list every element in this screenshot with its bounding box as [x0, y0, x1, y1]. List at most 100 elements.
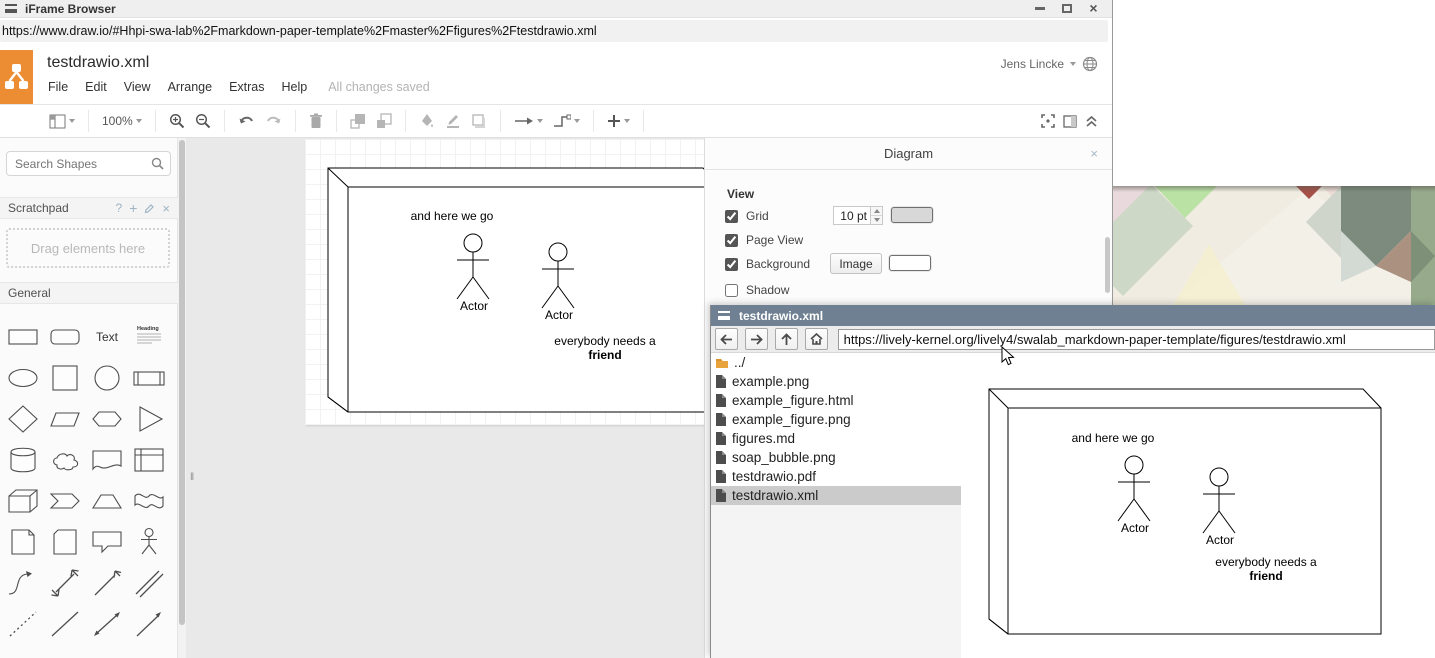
file-row[interactable]: figures.md [711, 429, 961, 448]
shape-line[interactable] [44, 603, 86, 644]
window-menu-icon[interactable] [5, 4, 17, 13]
back-button[interactable] [715, 328, 738, 350]
shape-directional-connector[interactable] [128, 603, 170, 644]
shape-dashed-line[interactable] [2, 603, 44, 644]
grid-color-swatch[interactable] [891, 207, 933, 223]
shape-card[interactable] [44, 521, 86, 562]
shape-document[interactable] [86, 439, 128, 480]
tab-diagram[interactable]: Diagram [884, 146, 933, 161]
scratchpad-close-button[interactable]: × [162, 201, 170, 216]
file-row[interactable]: example_figure.html [711, 391, 961, 410]
scratchpad-help-button[interactable]: ? [116, 201, 123, 215]
file-row[interactable]: soap_bubble.png [711, 448, 961, 467]
spinner-down-button[interactable] [871, 215, 882, 224]
minimize-button[interactable] [1033, 3, 1046, 14]
menu-help[interactable]: Help [282, 80, 308, 94]
sidebar-scrollbar[interactable] [178, 138, 186, 658]
page-view-checkbox[interactable] [725, 234, 738, 247]
scratchpad-drop-zone[interactable]: Drag elements here [6, 228, 170, 268]
to-back-button[interactable] [376, 113, 392, 129]
collapse-toolbar-button[interactable] [1085, 115, 1098, 128]
language-globe-icon[interactable] [1082, 56, 1098, 72]
iframe-browser-titlebar[interactable]: iFrame Browser × [0, 0, 1112, 18]
maximize-button[interactable] [1060, 3, 1073, 14]
delete-button[interactable] [309, 113, 323, 129]
shape-ellipse[interactable] [2, 357, 44, 398]
shape-link[interactable] [128, 562, 170, 603]
shape-hexagon[interactable] [86, 398, 128, 439]
up-button[interactable] [775, 328, 798, 350]
sidebar-scrollbar-thumb[interactable] [179, 140, 185, 625]
scratchpad-add-button[interactable]: + [129, 200, 137, 216]
format-panel-tabs[interactable]: Diagram × [705, 138, 1112, 170]
shape-cloud[interactable] [44, 439, 86, 480]
scratchpad-header[interactable]: Scratchpad ? + × [0, 197, 178, 219]
background-image-button[interactable]: Image [830, 253, 882, 274]
line-color-button[interactable] [445, 113, 461, 129]
shape-parallelogram[interactable] [44, 398, 86, 439]
file-browser-titlebar[interactable]: testdrawio.xml [711, 305, 1435, 326]
shape-bidirectional-connector[interactable] [86, 603, 128, 644]
spinner-up-button[interactable] [871, 207, 882, 215]
file-row[interactable]: example_figure.png [711, 410, 961, 429]
general-section-header[interactable]: General [0, 282, 178, 304]
search-shapes-input[interactable] [6, 151, 171, 176]
shape-square[interactable] [44, 357, 86, 398]
shape-tape[interactable] [128, 480, 170, 521]
shape-internal-storage[interactable] [128, 439, 170, 480]
shape-curve[interactable] [2, 562, 44, 603]
panel-scrollbar-thumb[interactable] [1105, 237, 1110, 293]
zoom-out-button[interactable] [195, 113, 211, 129]
shape-arrow[interactable] [86, 562, 128, 603]
connection-style-button[interactable] [514, 115, 543, 127]
scratchpad-edit-pencil-icon[interactable] [144, 203, 155, 214]
shape-rounded-rectangle[interactable] [44, 316, 86, 357]
close-button[interactable]: × [1087, 3, 1100, 14]
zoom-level-dropdown[interactable]: 100% [102, 114, 142, 128]
grid-checkbox[interactable] [725, 210, 738, 223]
file-row-selected[interactable]: testdrawio.xml [711, 486, 961, 505]
home-button[interactable] [805, 328, 828, 350]
forward-button[interactable] [745, 328, 768, 350]
shape-step[interactable] [44, 480, 86, 521]
shape-callout[interactable] [86, 521, 128, 562]
shape-cylinder[interactable] [2, 439, 44, 480]
page-view-button[interactable] [49, 114, 75, 129]
zoom-in-button[interactable] [169, 113, 185, 129]
menu-view[interactable]: View [124, 80, 151, 94]
background-color-swatch[interactable] [889, 255, 931, 271]
file-row-parent-dir[interactable]: ../ [711, 353, 961, 372]
redo-button[interactable] [265, 114, 282, 128]
file-browser-menu-icon[interactable] [718, 311, 730, 320]
shadow-checkbox[interactable] [725, 284, 738, 297]
browser-url-input[interactable]: https://www.draw.io/#Hhpi-swa-lab%2Fmark… [0, 20, 1108, 42]
shape-bidirectional-arrow[interactable] [44, 562, 86, 603]
waypoint-style-button[interactable] [553, 114, 580, 128]
shape-cube[interactable] [2, 480, 44, 521]
shape-triangle[interactable] [128, 398, 170, 439]
shape-rectangle[interactable] [2, 316, 44, 357]
menu-arrange[interactable]: Arrange [168, 80, 212, 94]
shape-actor[interactable] [128, 521, 170, 562]
panel-close-button[interactable]: × [1090, 146, 1098, 161]
file-row[interactable]: example.png [711, 372, 961, 391]
file-browser-url-input[interactable]: https://lively-kernel.org/lively4/swalab… [838, 329, 1435, 350]
background-checkbox[interactable] [725, 258, 738, 271]
undo-button[interactable] [238, 114, 255, 128]
sidebar-collapse-grip[interactable]: ‖ [190, 472, 193, 483]
file-row[interactable]: testdrawio.pdf [711, 467, 961, 486]
insert-button[interactable] [607, 114, 630, 128]
shape-diamond[interactable] [2, 398, 44, 439]
drawio-logo[interactable] [0, 50, 33, 104]
grid-size-input[interactable] [833, 206, 871, 225]
shape-circle[interactable] [86, 357, 128, 398]
shape-trapezoid[interactable] [86, 480, 128, 521]
menu-edit[interactable]: Edit [85, 80, 107, 94]
shape-text[interactable]: Text [86, 316, 128, 357]
fullscreen-button[interactable] [1041, 114, 1055, 128]
to-front-button[interactable] [350, 113, 366, 129]
shape-note[interactable] [2, 521, 44, 562]
shape-textbox[interactable]: Heading [128, 316, 170, 357]
shape-process[interactable] [128, 357, 170, 398]
format-panel-toggle-button[interactable] [1063, 115, 1077, 128]
